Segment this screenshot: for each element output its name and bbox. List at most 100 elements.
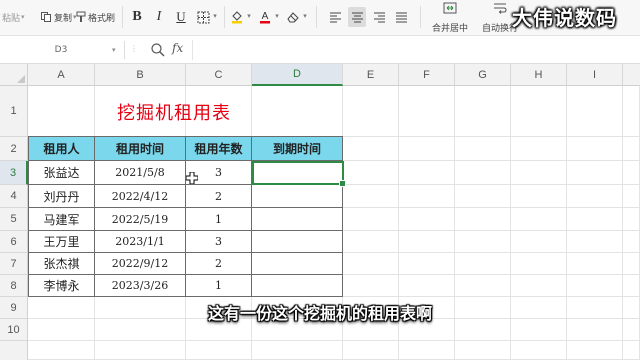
grid-cell[interactable] [511, 275, 567, 297]
column-header-i[interactable]: I [567, 64, 623, 86]
chevron-down-icon[interactable]: ▾ [112, 46, 116, 54]
grid-cell[interactable] [399, 253, 455, 275]
align-right-button[interactable] [370, 7, 388, 27]
table-cell[interactable]: 2 [186, 253, 252, 275]
chevron-down-icon[interactable]: ▾ [274, 12, 280, 20]
zoom-icon[interactable] [150, 42, 166, 58]
grid-cell[interactable] [455, 185, 511, 208]
grid-cell[interactable] [511, 231, 567, 253]
distributed-align-button[interactable] [392, 7, 410, 27]
column-header-j[interactable] [623, 64, 640, 86]
grid-cell[interactable] [455, 231, 511, 253]
grid-cell[interactable] [186, 341, 252, 360]
table-cell[interactable]: 2023/1/1 [95, 231, 186, 253]
grid-cell[interactable] [623, 161, 640, 185]
grid-cell[interactable] [623, 86, 640, 137]
grid-cell[interactable] [95, 341, 186, 360]
select-all-corner[interactable] [0, 64, 28, 86]
grid-cell[interactable] [252, 86, 343, 137]
copy-button[interactable]: 复制 ▾ [40, 0, 77, 34]
grid-cell[interactable] [567, 86, 623, 137]
grid-cell[interactable] [567, 275, 623, 297]
grid-cell[interactable] [567, 137, 623, 161]
grid-cell[interactable] [511, 208, 567, 231]
column-header-a[interactable]: A [28, 64, 95, 86]
grid-cell[interactable] [567, 185, 623, 208]
grid-cell[interactable] [343, 86, 399, 137]
grid-cell[interactable] [455, 341, 511, 360]
table-cell[interactable]: 张益达 [29, 161, 95, 185]
header-renter[interactable]: 租用人 [29, 137, 95, 161]
table-cell[interactable]: 3 [186, 231, 252, 253]
grid-cell[interactable] [343, 185, 399, 208]
paste-button[interactable]: 粘贴 ▾ [2, 0, 25, 34]
grid-cell[interactable] [623, 253, 640, 275]
column-header-h[interactable]: H [511, 64, 567, 86]
column-header-c[interactable]: C [186, 64, 252, 86]
table-cell[interactable] [252, 231, 343, 253]
fill-color-button[interactable] [228, 7, 246, 27]
grid-cell[interactable] [399, 231, 455, 253]
font-color-button[interactable]: A [256, 7, 274, 27]
italic-button[interactable]: I [150, 7, 168, 27]
grid-cell[interactable] [623, 275, 640, 297]
grid-cell[interactable] [343, 231, 399, 253]
grid-cell[interactable] [343, 208, 399, 231]
row-header-5[interactable]: 5 [0, 208, 28, 231]
active-cell-d3[interactable] [252, 161, 346, 187]
grid-cell[interactable] [511, 253, 567, 275]
grid-cell[interactable] [455, 253, 511, 275]
grid-cell[interactable] [511, 86, 567, 137]
table-cell[interactable]: 2021/5/8 [95, 161, 186, 185]
grid-cell[interactable] [567, 161, 623, 185]
table-cell[interactable] [252, 275, 343, 297]
grid-cell[interactable] [511, 137, 567, 161]
grid-cell[interactable] [511, 185, 567, 208]
grid-cell[interactable] [343, 137, 399, 161]
header-expiry-date[interactable]: 到期时间 [252, 137, 343, 161]
table-cell[interactable]: 李博永 [29, 275, 95, 297]
grid-cell[interactable] [623, 185, 640, 208]
borders-button[interactable] [194, 7, 212, 27]
header-rent-years[interactable]: 租用年数 [186, 137, 252, 161]
column-header-b[interactable]: B [95, 64, 186, 86]
grid-cell[interactable] [455, 86, 511, 137]
grid-cell[interactable] [399, 275, 455, 297]
row-header-8[interactable]: 8 [0, 275, 28, 297]
grid-cell[interactable] [343, 161, 399, 185]
grid-cell[interactable] [343, 275, 399, 297]
merge-center-button[interactable]: 合并居中 [432, 2, 468, 34]
row-header-4[interactable]: 4 [0, 185, 28, 208]
table-cell[interactable]: 王万里 [29, 231, 95, 253]
grid-cell[interactable] [567, 208, 623, 231]
grid-cell[interactable] [511, 161, 567, 185]
grid-cell[interactable] [399, 208, 455, 231]
underline-button[interactable]: U [172, 7, 190, 27]
align-center-button[interactable] [348, 7, 366, 27]
table-cell[interactable]: 马建军 [29, 208, 95, 231]
column-header-g[interactable]: G [455, 64, 511, 86]
grid-cell[interactable] [623, 208, 640, 231]
table-cell[interactable] [252, 253, 343, 275]
grid-cell[interactable] [567, 341, 623, 360]
table-cell[interactable] [252, 208, 343, 231]
grid-cell[interactable] [399, 137, 455, 161]
name-box[interactable]: D3 [0, 40, 122, 60]
grid-cell[interactable] [567, 253, 623, 275]
chevron-down-icon[interactable]: ▾ [246, 12, 252, 20]
column-header-d[interactable]: D [252, 64, 343, 86]
bold-button[interactable]: B [128, 7, 146, 27]
table-cell[interactable]: 张杰祺 [29, 253, 95, 275]
table-cell[interactable]: 1 [186, 275, 252, 297]
chevron-down-icon[interactable]: ▾ [302, 12, 308, 20]
column-header-f[interactable]: F [399, 64, 455, 86]
column-header-e[interactable]: E [343, 64, 399, 86]
grid-cell[interactable] [623, 341, 640, 360]
table-cell[interactable]: 刘丹丹 [29, 185, 95, 208]
row-header-1[interactable]: 1 [0, 86, 28, 137]
table-cell[interactable]: 2022/5/19 [95, 208, 186, 231]
clear-format-button[interactable] [284, 7, 302, 27]
row-header-7[interactable]: 7 [0, 253, 28, 275]
table-cell[interactable]: 2022/9/12 [95, 253, 186, 275]
table-cell[interactable] [252, 185, 343, 208]
